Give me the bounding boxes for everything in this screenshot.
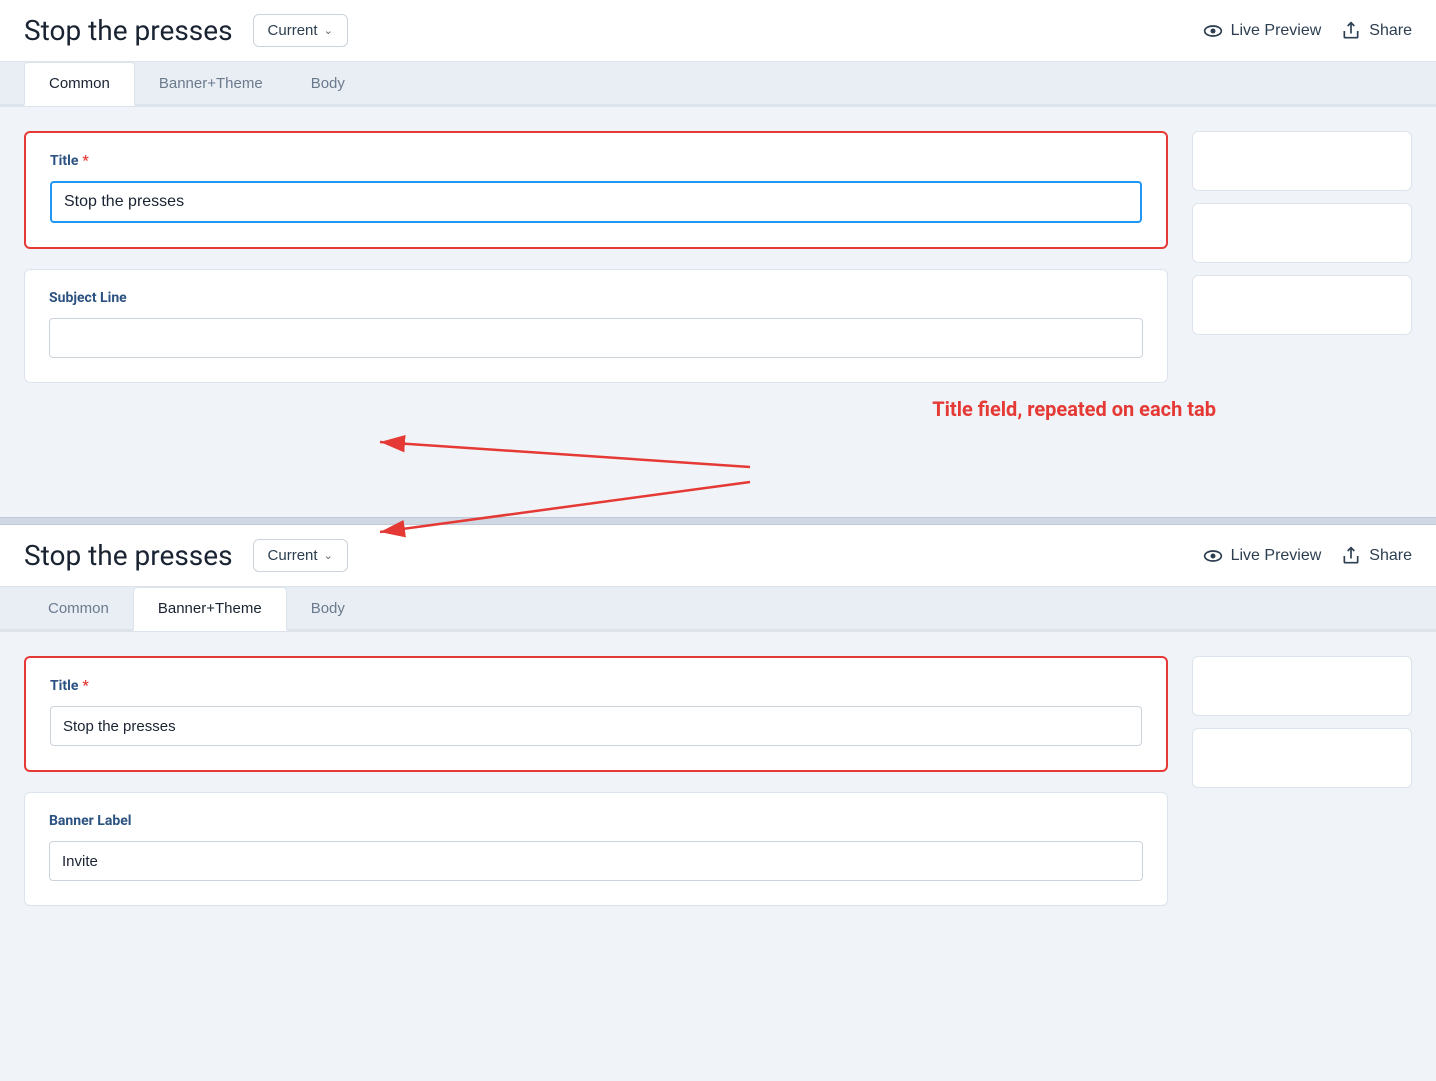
bottom-header: Stop the presses Current ⌄ Live Preview …: [0, 525, 1436, 587]
subject-line-label: Subject Line: [49, 290, 1143, 306]
chevron-down-icon-2: ⌄: [324, 549, 333, 562]
share-label-2: Share: [1369, 547, 1412, 565]
version-label: Current: [268, 22, 318, 39]
share-label: Share: [1369, 22, 1412, 40]
title-input-top[interactable]: [50, 181, 1142, 223]
bottom-right-sidebar: [1192, 656, 1412, 926]
live-preview-button-2[interactable]: Live Preview: [1203, 546, 1322, 566]
live-preview-label: Live Preview: [1231, 22, 1322, 40]
share-icon-2: [1341, 546, 1361, 566]
version-label-2: Current: [268, 547, 318, 564]
header-actions-2: Live Preview Share: [1203, 546, 1412, 566]
banner-label-field-label: Banner Label: [49, 813, 1143, 829]
top-panel: Stop the presses Current ⌄ Live Preview …: [0, 0, 1436, 107]
required-star-top: *: [82, 153, 88, 169]
header-actions: Live Preview Share: [1203, 21, 1412, 41]
share-button[interactable]: Share: [1341, 21, 1412, 41]
bottom-tabs-bar: Common Banner+Theme Body: [0, 587, 1436, 631]
top-main-content: Title * Subject Line: [24, 131, 1168, 403]
title-input-bottom[interactable]: [50, 706, 1142, 746]
page-title: Stop the presses: [24, 14, 233, 47]
title-field-label-bottom: Title *: [50, 678, 1142, 694]
version-dropdown-2[interactable]: Current ⌄: [253, 539, 348, 572]
bottom-main-content: Title * Banner Label: [24, 656, 1168, 926]
tab-banner-theme-top[interactable]: Banner+Theme: [135, 63, 287, 104]
annotation-text: Title field, repeated on each tab: [932, 397, 1216, 421]
live-preview-label-2: Live Preview: [1231, 547, 1322, 565]
tab-banner-theme-bottom[interactable]: Banner+Theme: [133, 587, 287, 631]
banner-label-card: Banner Label: [24, 792, 1168, 906]
subject-line-card: Subject Line: [24, 269, 1168, 383]
top-content-area: Title * Subject Line: [0, 107, 1436, 427]
sidebar-stub-3: [1192, 275, 1412, 335]
eye-icon: [1203, 21, 1223, 41]
top-right-sidebar: [1192, 131, 1412, 403]
eye-icon-2: [1203, 546, 1223, 566]
title-card-top: Title *: [24, 131, 1168, 249]
live-preview-button[interactable]: Live Preview: [1203, 21, 1322, 41]
share-button-2[interactable]: Share: [1341, 546, 1412, 566]
title-field-label-top: Title *: [50, 153, 1142, 169]
version-dropdown[interactable]: Current ⌄: [253, 14, 348, 47]
tab-body-bottom[interactable]: Body: [287, 588, 369, 629]
tab-body-top[interactable]: Body: [287, 63, 369, 104]
top-tabs-bar: Common Banner+Theme Body: [0, 62, 1436, 106]
tab-common-top[interactable]: Common: [24, 62, 135, 106]
sidebar-stub-5: [1192, 728, 1412, 788]
sidebar-stub-1: [1192, 131, 1412, 191]
chevron-down-icon: ⌄: [324, 24, 333, 37]
bottom-panel: Stop the presses Current ⌄ Live Preview …: [0, 525, 1436, 632]
banner-label-input[interactable]: [49, 841, 1143, 881]
section-divider: [0, 517, 1436, 525]
required-star-bottom: *: [82, 678, 88, 694]
sidebar-stub-4: [1192, 656, 1412, 716]
page-title-2: Stop the presses: [24, 539, 233, 572]
subject-line-input[interactable]: [49, 318, 1143, 358]
annotation-container: Title field, repeated on each tab: [0, 427, 1436, 517]
top-header: Stop the presses Current ⌄ Live Preview …: [0, 0, 1436, 62]
bottom-content-area: Title * Banner Label: [0, 632, 1436, 950]
share-icon: [1341, 21, 1361, 41]
tab-common-bottom[interactable]: Common: [24, 588, 133, 629]
title-card-bottom: Title *: [24, 656, 1168, 772]
sidebar-stub-2: [1192, 203, 1412, 263]
